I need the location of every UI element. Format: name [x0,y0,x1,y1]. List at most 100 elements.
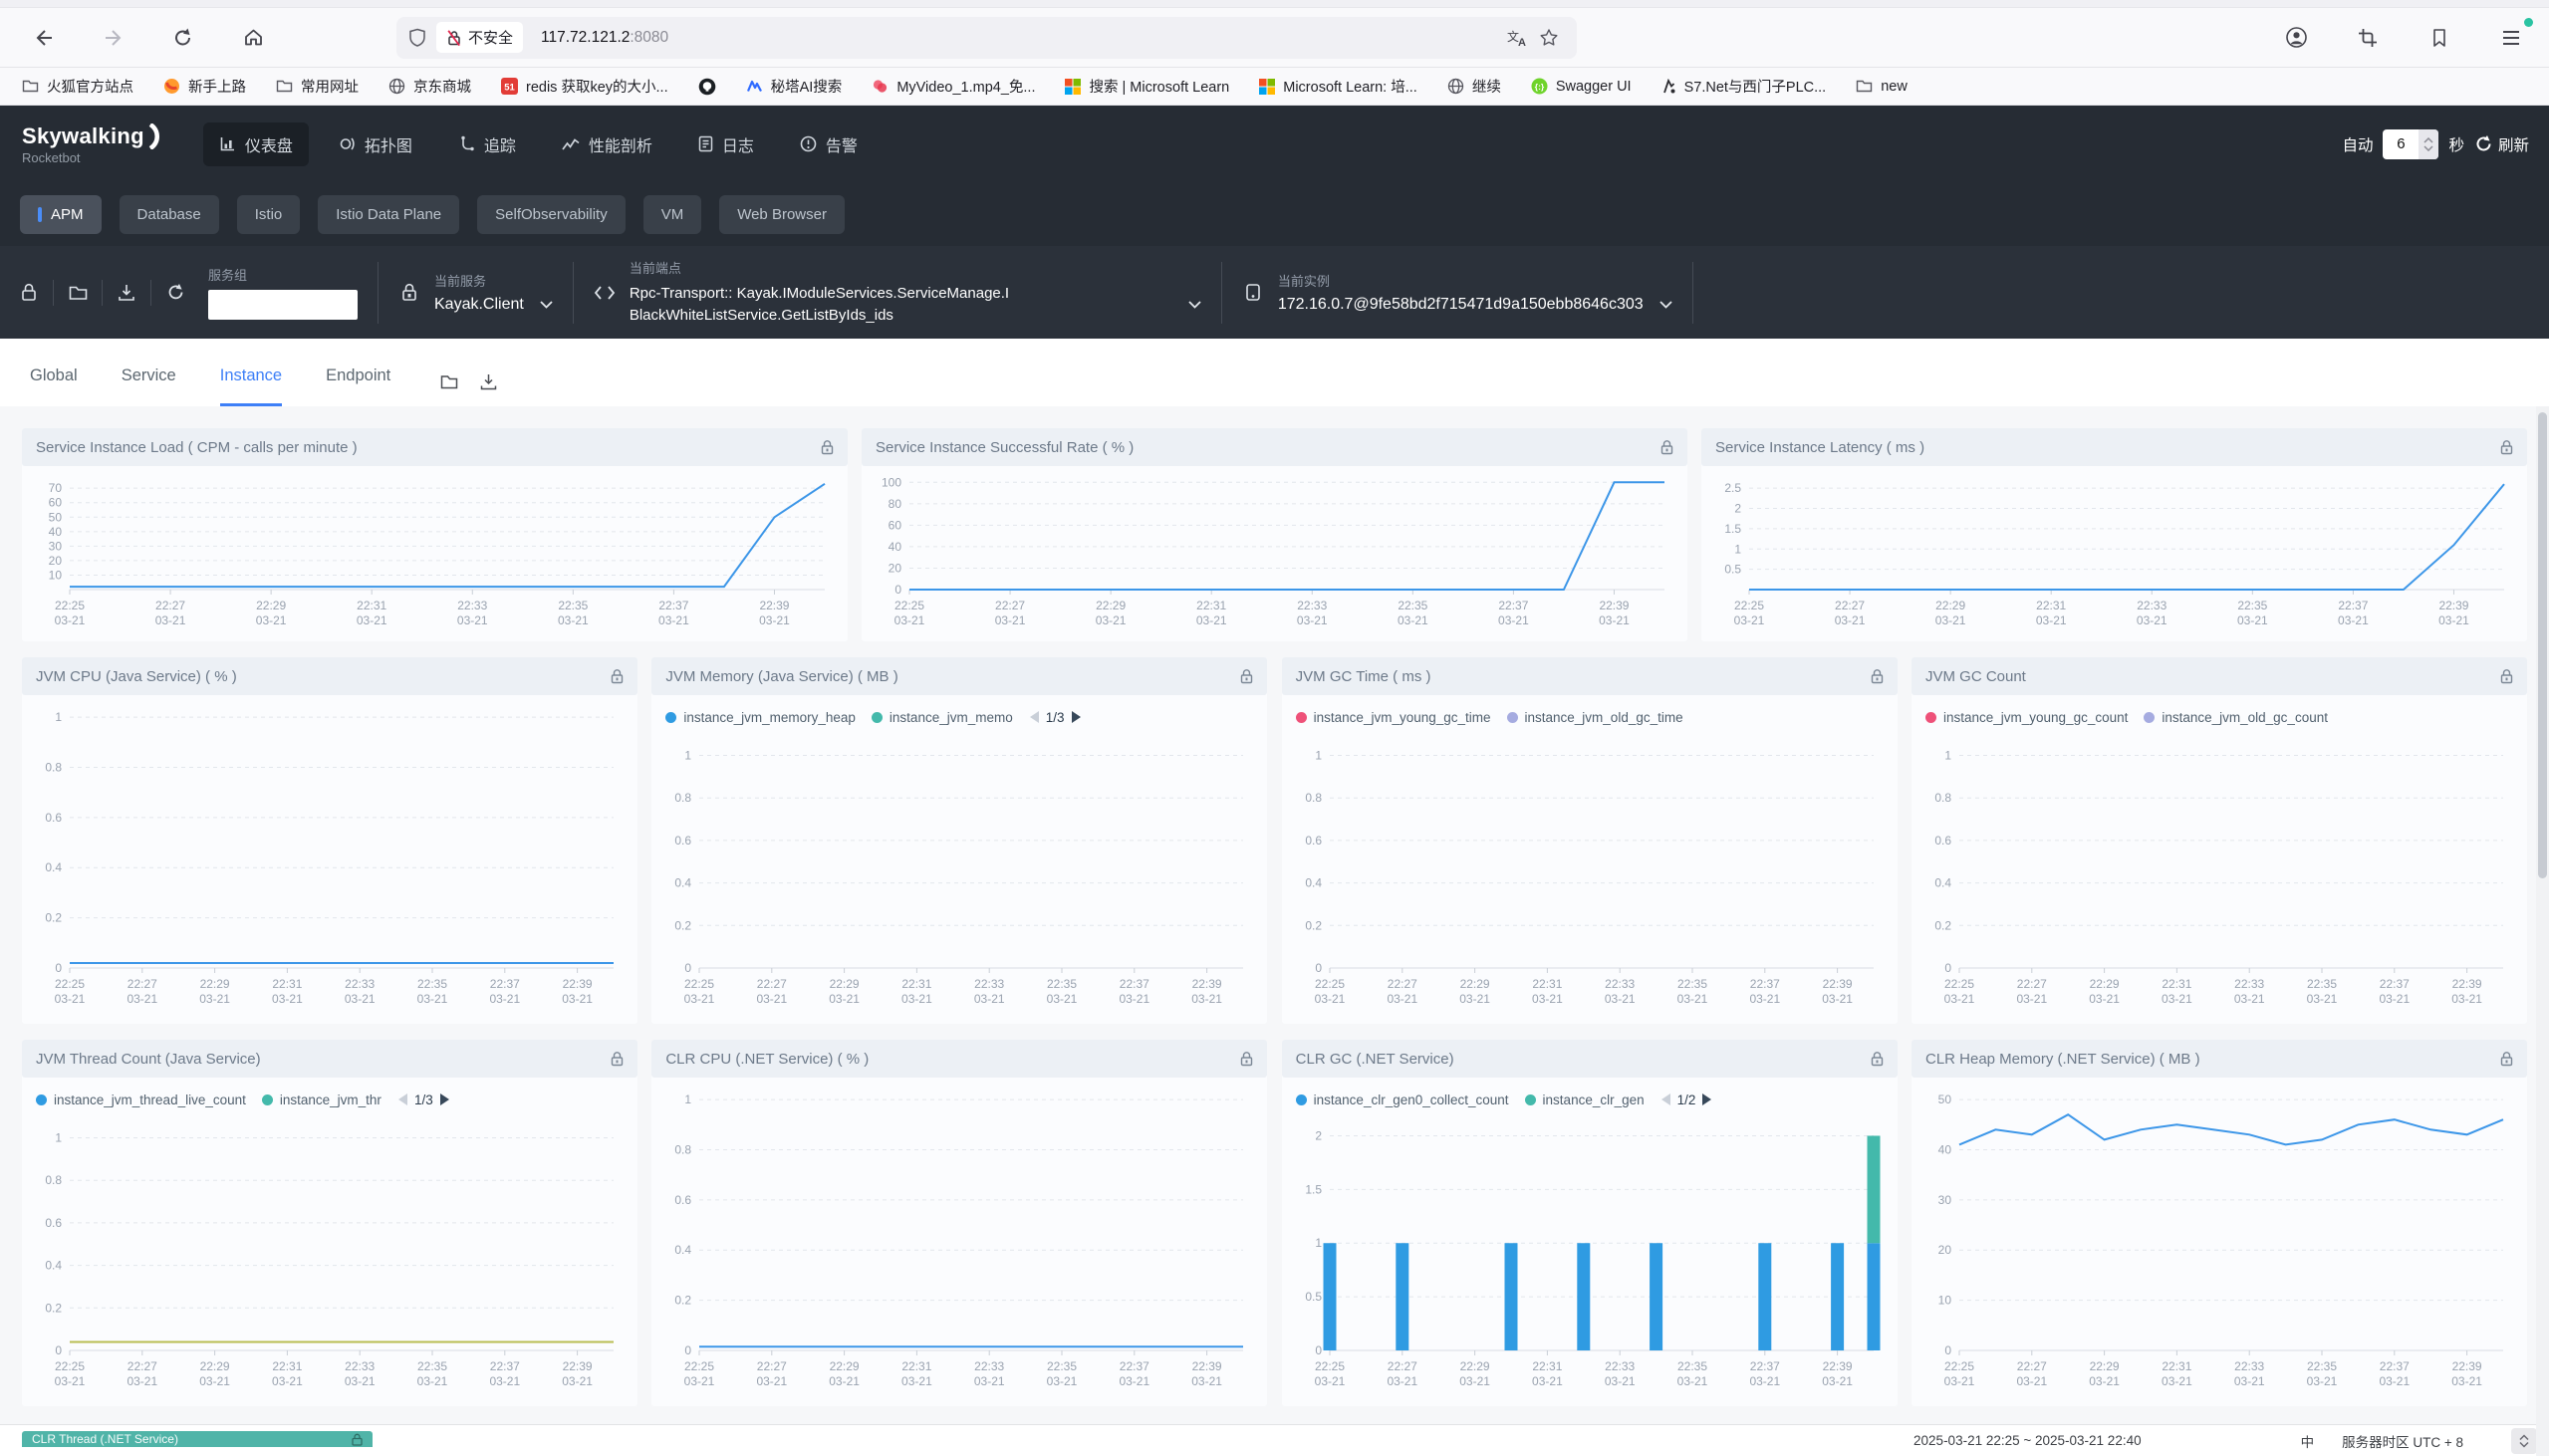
current-service-block[interactable]: 当前服务 Kayak.Client [434,271,553,314]
time-range[interactable]: 2025-03-21 22:25 ~ 2025-03-21 22:40 [1913,1433,2142,1448]
dashboard-tab-istio[interactable]: Istio [237,195,301,234]
dashboard-tab-vm[interactable]: VM [643,195,702,234]
panel-lock-button[interactable] [611,1051,624,1067]
vertical-scrollbar[interactable] [2536,406,2549,1456]
current-instance-block[interactable]: 当前实例 172.16.0.7@9fe58bd2f715471d9a150ebb… [1278,271,1672,314]
chart-canvas[interactable]: 21.510.5022:2503-2122:2703-2122:2903-212… [1282,1117,1892,1394]
reload-button[interactable] [167,22,199,54]
nav-item-trace[interactable]: 追踪 [442,122,532,166]
stepper-arrows-icon[interactable] [2419,129,2438,159]
chart-panel-header[interactable]: CLR GC (.NET Service) [1282,1040,1898,1078]
forward-button[interactable] [98,22,129,54]
current-endpoint-value[interactable]: Rpc-Transport:: Kayak.IModuleServices.Se… [630,283,1172,328]
export-template-icon[interactable] [116,284,137,302]
reload-data-icon[interactable] [164,283,186,302]
chart-canvas[interactable]: 10.80.60.40.2022:2503-2122:2703-2122:290… [651,735,1261,1012]
scope-import-icon[interactable] [440,374,458,389]
chart-canvas[interactable]: 2.521.510.522:2503-2122:2703-2122:2903-2… [1701,466,2522,633]
chart-canvas[interactable]: 10.80.60.40.2022:2503-2122:2703-2122:290… [651,1078,1261,1394]
bookmark-item[interactable]: new [1856,79,1908,95]
service-chevron-down-icon[interactable] [540,301,553,309]
skywalking-logo[interactable]: Skywalking Rocketbot [22,123,161,165]
legend-item[interactable]: instance_jvm_young_gc_count [1925,710,2128,725]
legend-item[interactable]: instance_jvm_old_gc_time [1507,710,1683,725]
chart-panel-header[interactable]: JVM CPU (Java Service) ( % ) [22,657,637,695]
bookmark-item[interactable]: 新手上路 [163,76,246,97]
legend-item[interactable]: instance_clr_gen [1525,1092,1645,1107]
translate-button[interactable]: 文A [1501,22,1533,54]
panel-lock-button[interactable] [611,668,624,684]
bookmark-item[interactable]: 51redis 获取key的大小... [501,76,668,97]
tab-endpoint[interactable]: Endpoint [326,366,390,406]
clipped-panel-header[interactable]: CLR Thread (.NET Service) [22,1431,373,1447]
pager-next-icon[interactable] [439,1092,450,1106]
bookmark-item[interactable]: 火狐官方站点 [22,76,133,97]
dashboard-tab-selfobservability[interactable]: SelfObservability [477,195,626,234]
account-button[interactable] [2280,22,2312,54]
nav-item-topology[interactable]: 拓扑图 [323,122,428,166]
bookmark-star-button[interactable] [1533,22,1565,54]
shield-icon[interactable] [408,28,426,48]
scope-export-icon[interactable] [480,373,497,390]
chart-panel-header[interactable]: Service Instance Successful Rate ( % ) [862,428,1687,466]
home-button[interactable] [237,22,269,54]
chart-canvas[interactable]: 10.80.60.40.2022:2503-2122:2703-2122:290… [1282,735,1892,1012]
bookmark-item[interactable] [698,78,716,96]
bookmark-item[interactable]: S7.Net与西门子PLC... [1661,76,1827,97]
legend-item[interactable]: instance_jvm_thread_live_count [36,1092,246,1107]
language-toggle[interactable]: 中 [2301,1431,2315,1451]
service-group-input[interactable] [208,290,358,320]
panel-lock-button[interactable] [2500,439,2513,455]
chart-panel-header[interactable]: JVM Thread Count (Java Service) [22,1040,637,1078]
panel-lock-button[interactable] [1871,668,1884,684]
legend-item[interactable]: instance_jvm_old_gc_count [2144,710,2328,725]
bookmark-item[interactable]: 秘塔AI搜索 [746,76,843,97]
browser-tab-strip[interactable] [0,0,2549,8]
bookmark-item[interactable]: 搜索 | Microsoft Learn [1065,76,1229,97]
security-badge[interactable]: 不安全 [436,22,523,53]
nav-item-profile[interactable]: 性能剖析 [546,122,668,166]
current-endpoint-block[interactable]: 当前端点 Rpc-Transport:: Kayak.IModuleServic… [630,258,1201,328]
refresh-button[interactable]: 刷新 [2474,133,2529,155]
auto-interval-stepper[interactable]: 6 [2383,129,2438,159]
pager-prev-icon[interactable] [1660,1092,1671,1106]
back-button[interactable] [28,22,60,54]
chart-canvas[interactable]: 7060504030201022:2503-2122:2703-2122:290… [22,466,843,633]
bookmark-item[interactable]: Microsoft Learn: 培... [1259,76,1417,97]
bookmark-item[interactable]: 继续 [1447,76,1501,97]
panel-lock-button[interactable] [821,439,834,455]
legend-item[interactable]: instance_jvm_memory_heap [665,710,856,725]
panel-lock-button[interactable] [1871,1051,1884,1067]
address-bar[interactable]: 不安全 117.72.121.2:8080 文A [396,17,1577,59]
bookmark-item[interactable]: 常用网址 [276,76,359,97]
chart-panel-header[interactable]: JVM Memory (Java Service) ( MB ) [651,657,1267,695]
bookmark-item[interactable]: 京东商城 [388,76,471,97]
chart-panel-header[interactable]: Service Instance Load ( CPM - calls per … [22,428,848,466]
nav-item-dashboard[interactable]: 仪表盘 [203,122,309,166]
bookmark-item[interactable]: MyVideo_1.mp4_免... [872,76,1035,97]
instance-chevron-down-icon[interactable] [1659,301,1672,309]
dashboard-tab-database[interactable]: Database [120,195,219,234]
legend-item[interactable]: instance_jvm_memo [872,710,1013,725]
app-menu-button[interactable] [2495,22,2527,54]
legend-item[interactable]: instance_jvm_thr [262,1092,382,1107]
nav-item-log[interactable]: 日志 [682,122,770,166]
panel-lock-button[interactable] [1240,668,1253,684]
pager-prev-icon[interactable] [397,1092,408,1106]
panel-lock-button[interactable] [2500,1051,2513,1067]
import-template-icon[interactable] [67,285,89,301]
current-instance-value[interactable]: 172.16.0.7@9fe58bd2f715471d9a150ebb8646c… [1278,296,1644,314]
tab-global[interactable]: Global [30,366,78,406]
dashboard-tab-apm[interactable]: APM [20,195,102,234]
chart-canvas[interactable]: 10080604020022:2503-2122:2703-2122:2903-… [862,466,1682,633]
chart-panel-header[interactable]: CLR Heap Memory (.NET Service) ( MB ) [1912,1040,2527,1078]
timezone-stepper[interactable] [2511,1428,2537,1454]
panel-lock-button[interactable] [2500,668,2513,684]
pager-next-icon[interactable] [1701,1092,1712,1106]
tab-service[interactable]: Service [122,366,176,406]
endpoint-chevron-down-icon[interactable] [1188,301,1201,309]
saved-collections-button[interactable] [2423,22,2455,54]
chart-panel-header[interactable]: JVM GC Time ( ms ) [1282,657,1898,695]
scrollbar-thumb[interactable] [2538,412,2547,878]
nav-item-alarm[interactable]: 告警 [784,122,874,166]
